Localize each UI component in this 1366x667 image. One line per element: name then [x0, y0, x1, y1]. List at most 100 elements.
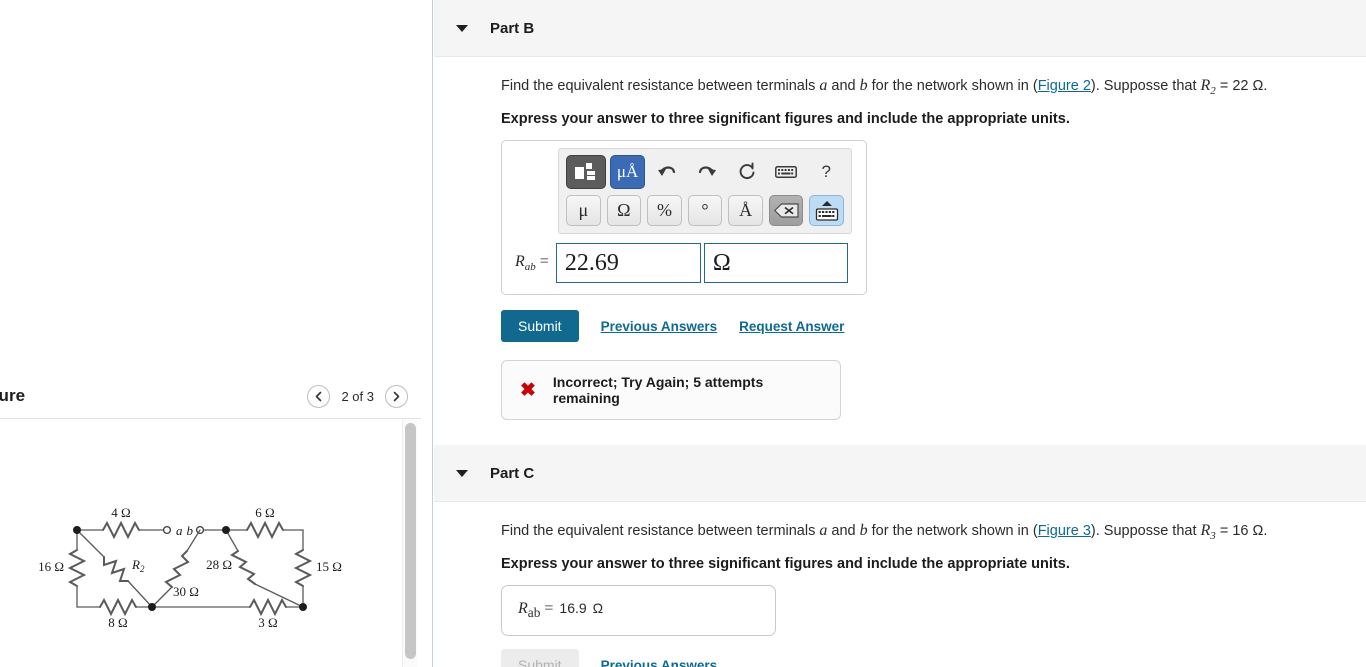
key-percent[interactable]: % — [647, 195, 682, 227]
part-b-instruction: Express your answer to three significant… — [501, 111, 1070, 128]
math-toolbar: μÅ ? μ Ω % ° Å — [558, 148, 852, 235]
prompt-text-pre: Find the equivalent resistance between t… — [501, 523, 820, 540]
answer-value-input[interactable]: 22.69 — [555, 243, 701, 284]
x-mark-icon: ✖ — [520, 379, 536, 401]
part-c-body: Find the equivalent resistance between t… — [434, 502, 1366, 667]
redo-icon — [698, 166, 717, 177]
problem-panel: Part B Find the equivalent resistance be… — [434, 0, 1366, 667]
given-value: = 22 Ω. — [1215, 78, 1268, 94]
part-c-header[interactable]: Part C — [434, 445, 1366, 503]
prompt-text-mid: for the network shown in ( — [867, 78, 1038, 94]
label-terminal-a: a — [176, 523, 183, 538]
key-degree[interactable]: ° — [687, 195, 723, 227]
figure-panel-header: gure 2 of 3 — [0, 374, 432, 418]
label-terminal-b: b — [187, 523, 194, 538]
figure-prev-button[interactable] — [307, 384, 331, 408]
key-angstrom-label: Å — [739, 200, 753, 221]
label-4-ohm: 4 Ω — [111, 505, 130, 520]
part-c-answer-display: Rab = 16.9 Ω — [501, 585, 776, 637]
prompt-text-post: ). Supposse that — [1090, 523, 1201, 540]
answer-label-var: R — [515, 252, 525, 270]
node-bottom-right — [299, 603, 307, 611]
part-b-header[interactable]: Part B — [434, 0, 1366, 57]
template-layout-icon[interactable] — [566, 155, 606, 190]
help-button[interactable]: ? — [808, 156, 844, 189]
keyboard-button[interactable] — [769, 156, 805, 189]
part-c-submit-button: Submit — [501, 649, 579, 667]
answer-unit-input[interactable]: Ω — [703, 243, 848, 284]
label-16-ohm: 16 Ω — [38, 559, 64, 574]
math-toolbar-row-keys: μ Ω % ° Å — [564, 193, 846, 228]
part-b-body: Find the equivalent resistance between t… — [434, 57, 1366, 421]
node-top-right — [222, 526, 230, 534]
hide-keyboard-icon — [815, 200, 838, 221]
figure-2-link[interactable]: Figure 2 — [1038, 78, 1091, 94]
key-omega-label: Ω — [617, 200, 631, 221]
backspace-key[interactable] — [768, 195, 804, 227]
prompt-text-and: and — [827, 78, 860, 94]
key-percent-label: % — [656, 200, 672, 221]
figure-scrollbar[interactable] — [402, 419, 417, 667]
part-c-answer-value: 16.9 — [559, 600, 587, 617]
part-b-answer-row: Rab = 22.69 Ω — [502, 238, 866, 294]
part-b-request-answer-link[interactable]: Request Answer — [739, 319, 844, 334]
key-mu[interactable]: μ — [566, 195, 601, 227]
part-c-answer-unit: Ω — [592, 600, 604, 617]
reset-icon — [739, 162, 755, 180]
undo-button[interactable] — [649, 156, 685, 189]
keyboard-icon — [775, 166, 798, 178]
part-c-answer-var: R — [518, 600, 528, 618]
units-toggle-label: μÅ — [616, 162, 639, 182]
given-value: = 16 Ω. — [1215, 523, 1268, 540]
part-c-previous-answers-link[interactable]: Previous Answers — [601, 658, 718, 667]
undo-icon — [658, 166, 676, 177]
prompt-var-b: b — [859, 522, 868, 540]
answer-label-eq: = — [535, 252, 549, 270]
figure-pager: 2 of 3 — [307, 384, 408, 408]
answer-value-text: 22.69 — [564, 249, 619, 276]
node-top-left — [73, 526, 81, 534]
units-toggle-button[interactable]: μÅ — [609, 155, 646, 190]
key-omega[interactable]: Ω — [606, 195, 642, 227]
key-degree-label: ° — [701, 200, 709, 221]
figure-3-link[interactable]: Figure 3 — [1038, 523, 1091, 539]
caret-down-icon[interactable] — [456, 24, 468, 32]
figure-panel-title: gure — [0, 386, 26, 405]
label-6-ohm: 6 Ω — [255, 505, 274, 520]
figure-panel: gure 2 of 3 — [0, 0, 433, 667]
part-b-title: Part B — [490, 19, 535, 37]
part-b-submit-button[interactable]: Submit — [501, 310, 579, 343]
figure-next-button[interactable] — [385, 384, 408, 408]
redo-button[interactable] — [689, 156, 725, 189]
prompt-text-post: ). Supposse that — [1090, 78, 1201, 94]
given-variable: R3 — [1200, 522, 1216, 543]
math-toolbar-row-primary: μÅ ? — [564, 153, 846, 193]
part-c-prompt: Find the equivalent resistance between t… — [501, 520, 1366, 544]
key-mu-label: μ — [578, 200, 589, 221]
figure-scroll-thumb[interactable] — [405, 423, 416, 659]
reset-button[interactable] — [729, 156, 765, 189]
part-b-feedback-message: Incorrect; Try Again; 5 attempts remaini… — [552, 374, 764, 407]
part-c-title: Part C — [490, 464, 535, 482]
node-bottom-mid — [148, 603, 156, 611]
answer-label-sub: ab — [524, 261, 536, 274]
key-angstrom[interactable]: Å — [728, 195, 763, 227]
part-b-prompt: Find the equivalent resistance between t… — [501, 75, 1366, 99]
caret-down-icon[interactable] — [456, 469, 468, 477]
chevron-left-icon — [316, 391, 322, 401]
figure-viewport[interactable]: 4 Ω 6 Ω 16 Ω 15 Ω 8 Ω 3 Ω R2 30 Ω 28 Ω a… — [0, 418, 421, 667]
part-b-previous-answers-link[interactable]: Previous Answers — [601, 319, 718, 334]
help-label: ? — [821, 162, 831, 182]
part-c-answer-eq: = — [540, 600, 554, 618]
given-variable: R2 — [1200, 77, 1216, 98]
prompt-text-mid: for the network shown in ( — [867, 523, 1038, 540]
label-8-ohm: 8 Ω — [108, 615, 127, 630]
answer-unit-text: Ω — [712, 249, 731, 276]
chevron-right-icon — [393, 391, 400, 401]
label-30-ohm: 30 Ω — [173, 584, 199, 599]
part-b-answer-widget: μÅ ? μ Ω % ° Å Rab = 22.69 Ω — [501, 140, 867, 296]
template-layout-glyph — [574, 163, 595, 181]
part-c-answer-sub: ab — [527, 605, 541, 621]
backspace-icon — [773, 203, 799, 218]
hide-keyboard-key[interactable] — [809, 195, 845, 227]
